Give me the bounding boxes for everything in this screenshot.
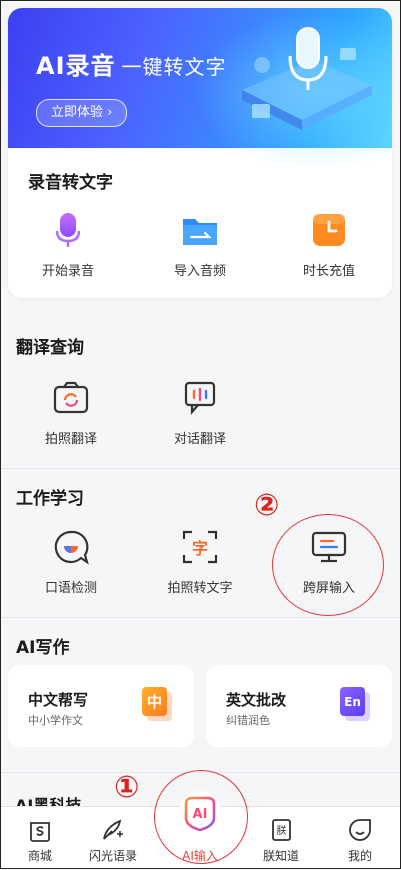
feather-pen-icon xyxy=(103,819,123,840)
banner-title-main: AI录音 xyxy=(36,52,116,80)
smile-face-icon xyxy=(349,819,371,841)
banner-title: AI录音 一键转文字 xyxy=(36,46,227,81)
tab-mall-label: 商城 xyxy=(27,849,52,863)
english-badge-text: En xyxy=(344,695,361,709)
work-section-title: 工作学习 xyxy=(16,489,84,509)
chinese-badge-icon: 中 xyxy=(142,687,172,721)
recording-section-title: 录音转文字 xyxy=(28,173,113,193)
english-correction-card[interactable]: 英文批改 纠错润色 En xyxy=(206,665,392,747)
tab-flash-quotes[interactable]: 闪光语录 xyxy=(78,817,148,864)
ai-badge-text: AI xyxy=(193,807,208,822)
tab-zhen-zhidao-label: 朕知道 xyxy=(262,849,299,863)
folder-icon xyxy=(183,219,217,245)
tab-zhen-zhidao[interactable]: 朕 朕知道 xyxy=(246,817,316,864)
svg-text:朕: 朕 xyxy=(277,824,287,837)
banner-title-sub: 一键转文字 xyxy=(121,55,227,79)
try-now-button[interactable]: 立即体验 › xyxy=(36,99,128,127)
ai-input-center-icon[interactable]: AI xyxy=(178,790,222,834)
section-divider xyxy=(0,468,401,469)
section-divider xyxy=(0,617,401,618)
tab-ai-input-label: AI输入 xyxy=(182,849,218,863)
photo-translate-button[interactable]: 拍照翻译 xyxy=(16,378,126,447)
english-correction-subtitle: 纠错润色 xyxy=(226,714,270,727)
oral-test-button[interactable]: 口语检测 xyxy=(16,527,126,596)
svg-text:字: 字 xyxy=(192,539,208,558)
duration-recharge-button[interactable]: 时长充值 xyxy=(274,210,384,279)
clock-icon xyxy=(313,214,345,246)
annotation-number-2: ② xyxy=(254,488,280,523)
chat-translate-icon xyxy=(184,381,216,415)
chinese-writing-card[interactable]: 中文帮写 中小学作文 中 xyxy=(8,665,194,747)
import-audio-label: 导入音频 xyxy=(173,264,226,279)
monitor-icon xyxy=(311,531,347,563)
duration-recharge-label: 时长充值 xyxy=(302,264,355,279)
annotation-number-1: ① xyxy=(114,770,140,805)
start-recording-label: 开始录音 xyxy=(41,264,94,279)
import-audio-button[interactable]: 导入音频 xyxy=(145,210,255,279)
dialog-translate-label: 对话翻译 xyxy=(173,432,226,447)
chinese-writing-subtitle: 中小学作文 xyxy=(28,714,83,727)
section-divider xyxy=(0,772,401,773)
chinese-writing-title: 中文帮写 xyxy=(28,691,89,709)
oral-test-label: 口语检测 xyxy=(44,581,97,596)
book-icon: 朕 xyxy=(272,819,291,841)
camera-translate-icon xyxy=(53,381,89,414)
speech-bubble-icon xyxy=(54,530,89,565)
photo-to-text-button[interactable]: 字 拍照转文字 xyxy=(145,527,255,596)
translate-section-title: 翻译查询 xyxy=(16,338,84,358)
english-badge-icon: En xyxy=(340,687,370,721)
tab-mall[interactable]: 商城 xyxy=(5,817,75,864)
shopping-bag-icon xyxy=(30,822,50,842)
tab-mine[interactable]: 我的 xyxy=(325,817,395,864)
photo-to-text-label: 拍照转文字 xyxy=(167,581,233,596)
english-correction-title: 英文批改 xyxy=(226,691,287,709)
chinese-badge-text: 中 xyxy=(147,693,162,711)
dialog-translate-button[interactable]: 对话翻译 xyxy=(145,378,255,447)
cross-screen-input-label: 跨屏输入 xyxy=(302,581,355,596)
writing-section-title: AI写作 xyxy=(16,638,70,658)
microphone-icon xyxy=(55,213,81,247)
recording-card: AI录音 一键转文字 立即体验 › 录音转文字 开始录音 导入音频 时长充值 xyxy=(8,8,392,298)
ai-recording-banner[interactable]: AI录音 一键转文字 立即体验 › xyxy=(8,8,392,168)
microphone-illustration xyxy=(242,27,372,130)
cross-screen-input-button[interactable]: 跨屏输入 xyxy=(274,527,384,596)
photo-translate-label: 拍照翻译 xyxy=(44,432,97,447)
scan-text-icon: 字 xyxy=(182,530,218,564)
start-recording-button[interactable]: 开始录音 xyxy=(13,210,123,279)
tab-mine-label: 我的 xyxy=(347,849,372,863)
tab-flash-quotes-label: 闪光语录 xyxy=(88,849,137,863)
